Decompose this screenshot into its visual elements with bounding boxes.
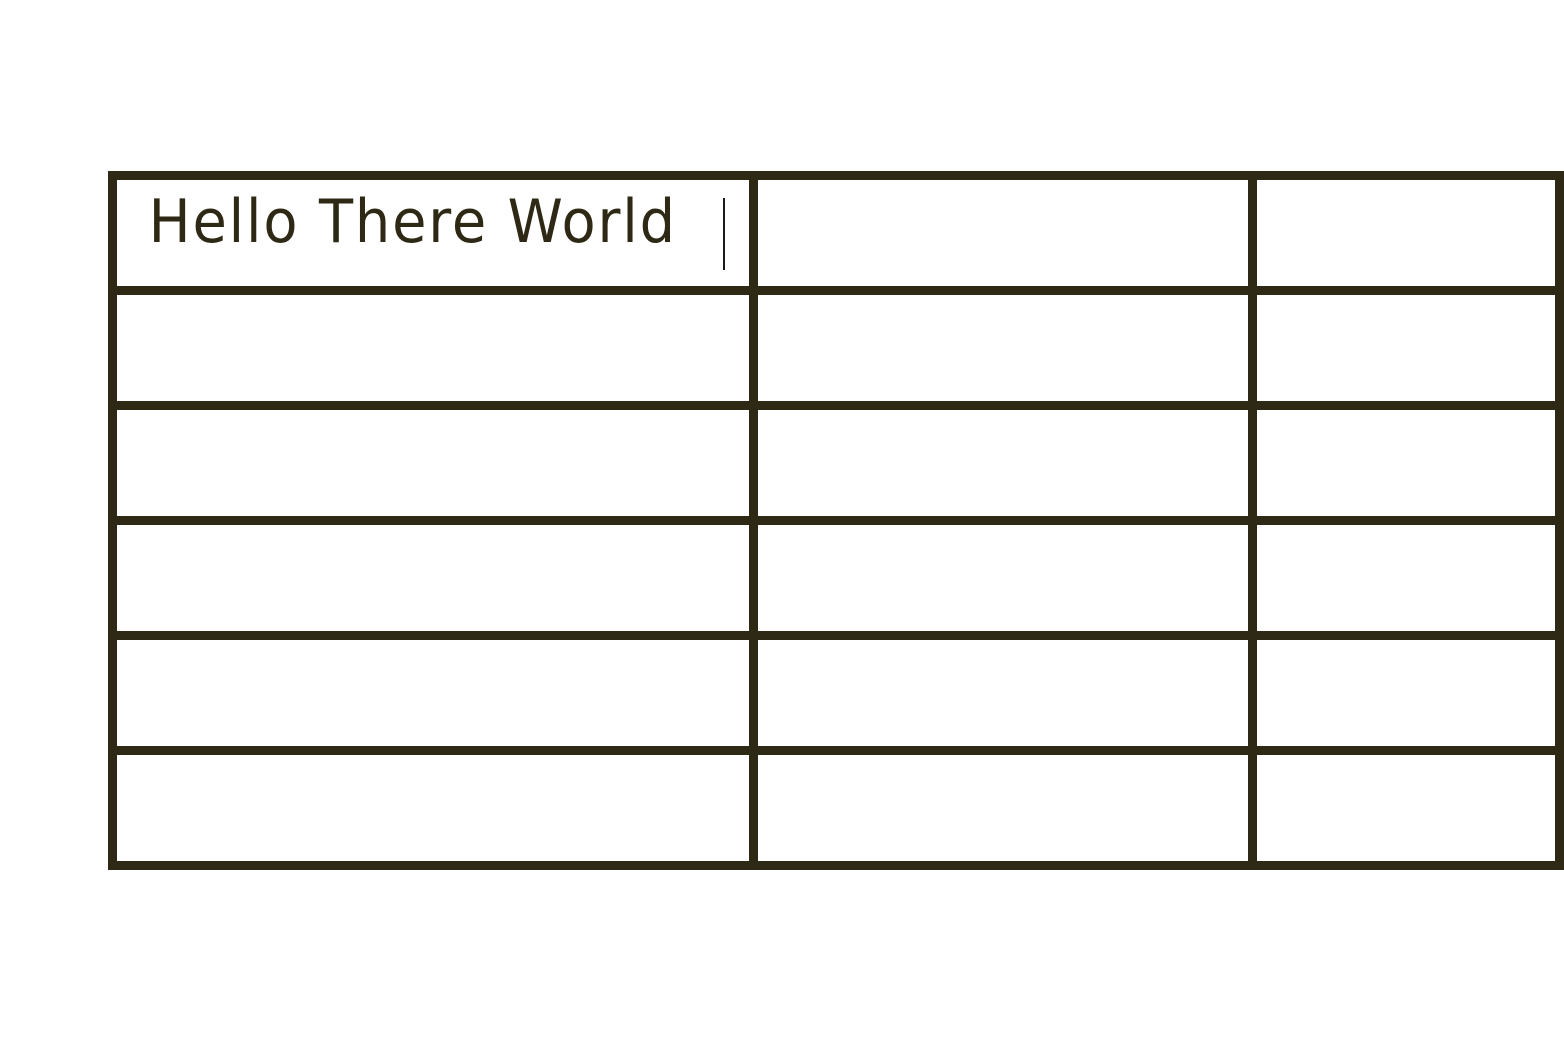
table-cell[interactable] [748, 746, 1257, 870]
document-page: Hello There World [0, 0, 1564, 1062]
table-cell[interactable] [748, 631, 1257, 755]
table-cell[interactable] [1247, 516, 1564, 640]
table-row [108, 746, 1564, 870]
table-cell[interactable] [748, 401, 1257, 525]
table-cell[interactable] [748, 286, 1257, 410]
table-cell[interactable] [108, 516, 758, 640]
cell-text: Hello There World [148, 186, 677, 257]
table-cell[interactable] [108, 631, 758, 755]
table-cell[interactable]: Hello There World [108, 171, 758, 295]
table-cell[interactable] [1247, 746, 1564, 870]
table-cell[interactable] [748, 171, 1257, 295]
table-cell[interactable] [1247, 171, 1564, 295]
document-table: Hello There World [108, 171, 1564, 870]
table-cell[interactable] [1247, 286, 1564, 410]
table-cell[interactable] [108, 746, 758, 870]
table-row [108, 516, 1564, 640]
table-cell[interactable] [748, 516, 1257, 640]
table-cell[interactable] [1247, 631, 1564, 755]
table-row [108, 286, 1564, 410]
table-cell[interactable] [108, 286, 758, 410]
table-cell[interactable] [108, 401, 758, 525]
table-row: Hello There World [108, 171, 1564, 295]
text-cursor [723, 198, 726, 271]
table-row [108, 631, 1564, 755]
table-cell[interactable] [1247, 401, 1564, 525]
table-row [108, 401, 1564, 525]
